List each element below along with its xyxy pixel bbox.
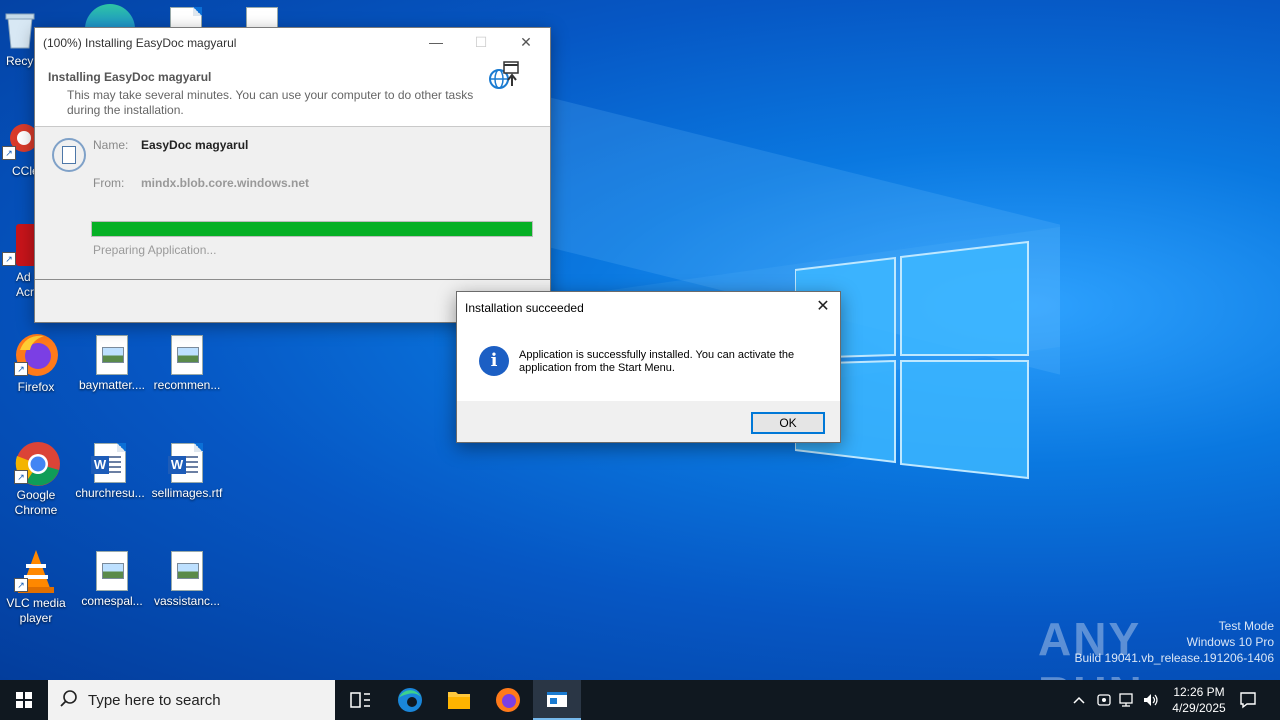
taskbar-firefox[interactable] — [484, 680, 532, 720]
desktop-icon-label: recommen... — [153, 378, 221, 392]
desktop-icon-chrome[interactable]: ↗ Google Chrome — [0, 440, 72, 518]
desktop-icon-label: VLC media player — [6, 596, 66, 625]
taskbar-search-box[interactable]: Type here to search — [48, 680, 335, 720]
clock-time: 12:26 PM — [1173, 685, 1225, 699]
taskbar-edge[interactable] — [386, 680, 434, 720]
taskbar-clock[interactable]: 12:26 PM 4/29/2025 — [1160, 684, 1238, 716]
shortcut-arrow-icon: ↗ — [14, 362, 28, 376]
installer-body: Name: EasyDoc magyarul From: mindx.blob.… — [35, 127, 550, 280]
clock-date: 4/29/2025 — [1172, 701, 1226, 715]
windows-start-icon — [16, 692, 32, 708]
minimize-button[interactable]: — — [413, 28, 459, 56]
dialog-message: Application is successfully installed. Y… — [519, 349, 795, 374]
desktop-icon-label: baymatter.... — [78, 378, 146, 392]
from-value: mindx.blob.core.windows.net — [141, 176, 310, 190]
dialog-footer: OK — [457, 401, 840, 442]
desktop-icon-baymatter[interactable]: baymatter.... — [76, 332, 148, 393]
progress-fill — [92, 222, 532, 236]
test-mode-text: Test Mode — [1218, 619, 1274, 633]
taskbar: Type here to search 12:26 PM 4/29/2025 — [0, 680, 1280, 720]
name-value: EasyDoc magyarul — [141, 138, 249, 152]
shortcut-arrow-icon: ↗ — [2, 252, 16, 266]
start-button[interactable] — [0, 680, 48, 720]
desktop-icon-recommen[interactable]: recommen... — [151, 332, 223, 393]
installer-heading: Installing EasyDoc magyarul — [48, 70, 212, 84]
task-view-icon — [350, 692, 370, 708]
install-status: Preparing Application... — [93, 243, 217, 257]
edition-text: Windows 10 Pro — [1186, 635, 1274, 649]
recycle-bin-icon — [2, 8, 38, 50]
vlc-icon: ↗ — [14, 548, 58, 593]
dialog-close-button[interactable]: ✕ — [812, 296, 834, 318]
desktop-icon-vlc[interactable]: ↗ VLC media player — [0, 548, 72, 626]
name-label: Name: — [93, 138, 129, 152]
desktop-icon-label: comespal... — [81, 594, 143, 608]
application-icon — [52, 138, 86, 172]
acrobat-icon: ↗ — [2, 224, 38, 266]
meet-now-icon[interactable] — [1096, 692, 1112, 708]
search-icon — [60, 690, 77, 707]
notifications-icon[interactable] — [1238, 690, 1258, 710]
ccleaner-icon: ↗ — [2, 120, 38, 160]
network-icon[interactable] — [1118, 692, 1136, 708]
image-file-icon — [171, 551, 203, 591]
edge-icon — [398, 688, 422, 712]
shortcut-arrow-icon: ↗ — [14, 578, 28, 592]
success-dialog[interactable]: Installation succeeded ✕ i Application i… — [456, 291, 841, 443]
taskbar-file-explorer[interactable] — [435, 680, 483, 720]
firefox-icon — [496, 688, 520, 712]
ok-button[interactable]: OK — [751, 412, 825, 434]
desktop-icon-firefox[interactable]: ↗ Firefox — [0, 332, 72, 395]
dialog-title: Installation succeeded — [465, 301, 584, 315]
desktop-icon-vassistanc[interactable]: vassistanc... — [151, 548, 223, 609]
desktop-icon-label: churchresu... — [75, 486, 145, 500]
install-progress-bar — [91, 221, 533, 237]
image-file-icon — [96, 335, 128, 375]
from-label: From: — [93, 176, 125, 190]
desktop-icon-comespal[interactable]: comespal... — [76, 548, 148, 609]
installer-window-title: (100%) Installing EasyDoc magyarul — [43, 36, 237, 50]
installer-titlebar[interactable]: (100%) Installing EasyDoc magyarul — ☐ ✕ — [35, 28, 550, 56]
desktop-icon-churchresu[interactable]: W churchresu... — [74, 440, 146, 501]
desktop: Recy ↗ CCle ↗ Ad Acr ↗ Firefox baymatter… — [0, 0, 1280, 680]
image-file-icon — [171, 335, 203, 375]
installer-header: Installing EasyDoc magyarul This may tak… — [35, 56, 550, 127]
shortcut-arrow-icon: ↗ — [2, 146, 16, 160]
chrome-icon: ↗ — [14, 440, 60, 486]
volume-icon[interactable] — [1142, 692, 1160, 708]
chevron-up-icon[interactable] — [1072, 694, 1086, 706]
build-text: Build 19041.vb_release.191206-1406 — [1074, 651, 1275, 665]
os-watermark: Test Mode Windows 10 Pro Build 19041.vb_… — [1075, 618, 1275, 666]
word-document-icon: W — [91, 443, 126, 483]
install-globe-icon — [489, 61, 519, 89]
installer-subheading: This may take several minutes. You can u… — [67, 88, 474, 117]
desktop-icon-sellimages[interactable]: W sellimages.rtf — [151, 440, 223, 501]
word-document-icon: W — [168, 443, 203, 483]
info-icon: i — [479, 346, 509, 376]
desktop-icon-label: Google Chrome — [14, 488, 58, 517]
desktop-icon-label: sellimages.rtf — [151, 486, 223, 500]
installer-window[interactable]: (100%) Installing EasyDoc magyarul — ☐ ✕… — [34, 27, 551, 323]
desktop-icon-label: vassistanc... — [153, 594, 221, 608]
folder-icon — [448, 692, 470, 709]
installer-app-icon — [547, 692, 567, 707]
desktop-icon-label: Firefox — [17, 380, 55, 394]
search-placeholder: Type here to search — [88, 692, 221, 709]
system-tray — [1066, 680, 1160, 720]
task-view-button[interactable] — [336, 680, 384, 720]
firefox-icon: ↗ — [14, 332, 58, 376]
maximize-button[interactable]: ☐ — [458, 28, 504, 56]
close-button[interactable]: ✕ — [503, 28, 549, 56]
image-file-icon — [96, 551, 128, 591]
taskbar-installer[interactable] — [533, 680, 581, 720]
shortcut-arrow-icon: ↗ — [14, 470, 28, 484]
